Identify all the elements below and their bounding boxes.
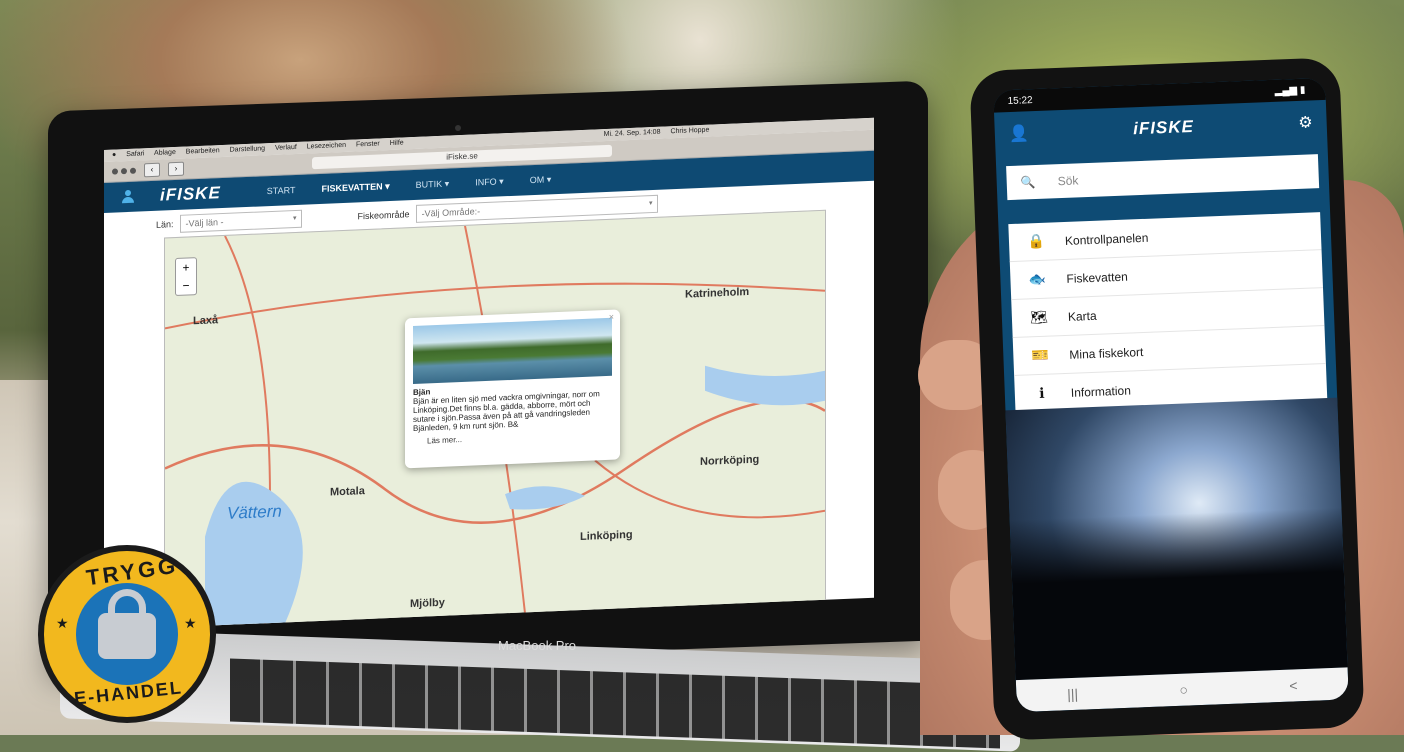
phone-menu: 🔒 Kontrollpanelen 🐟 Fiskevatten 🗺 Karta 🎫 Mi… [1008, 212, 1328, 414]
menu-item-label: Mina fiskekort [1069, 344, 1144, 362]
menu-hilfe[interactable]: Hilfe [390, 139, 404, 147]
map-popup: × Bjän Bjän är en liten sjö med vackra o… [405, 309, 620, 469]
place-label: Linköping [580, 528, 633, 544]
camera-icon [455, 125, 461, 131]
menu-item-label: Information [1070, 383, 1132, 400]
nav-info[interactable]: INFO ▾ [475, 176, 504, 188]
gear-icon[interactable]: ⚙ [1298, 112, 1313, 133]
signal-icon: ▂▄▆ ▮ [1274, 84, 1306, 97]
ticket-icon: 🎫 [1031, 346, 1050, 364]
nav-start[interactable]: START [267, 185, 296, 196]
zoom-out-button[interactable]: − [176, 276, 196, 295]
menu-lesezeichen[interactable]: Lesezeichen [307, 142, 346, 151]
place-label: Laxå [193, 314, 219, 328]
laptop-screen: ● Safari Ablage Bearbeiten Darstellung V… [104, 117, 874, 631]
map[interactable]: + − Laxå Katrineholm Motala Norrköping L… [164, 209, 826, 630]
menu-item-label: Kontrollpanelen [1064, 230, 1149, 248]
back-button[interactable]: ‹ [144, 162, 160, 178]
zoom-control[interactable]: + − [175, 257, 197, 297]
lock-icon: 🔒 [1026, 232, 1046, 250]
place-label: Motala [330, 485, 365, 499]
apple-icon[interactable]: ● [112, 151, 116, 158]
lake-photo [413, 317, 612, 385]
close-icon[interactable]: × [609, 312, 614, 322]
fish-icon: 🐟 [1028, 270, 1047, 288]
menu-item-label: Karta [1067, 308, 1097, 324]
window-controls[interactable] [112, 167, 136, 175]
menu-safari[interactable]: Safari [126, 150, 144, 158]
phone-time: 15:22 [1007, 94, 1033, 107]
menu-darstellung[interactable]: Darstellung [230, 145, 265, 153]
phone-screen: 15:22 ▂▄▆ ▮ 👤 iFISKE ⚙ 🔍 Sök 🔒 Kontrollpa… [993, 77, 1349, 713]
menu-bearbeiten[interactable]: Bearbeiten [186, 147, 220, 155]
place-label: Norrköping [700, 453, 760, 469]
star-icon: ★ [56, 615, 69, 631]
area-label: Fiskeområde [357, 209, 410, 222]
popup-text: Bjän är en liten sjö med vackra omgivnin… [413, 389, 600, 434]
search-placeholder: Sök [1057, 173, 1079, 189]
nav-butik[interactable]: BUTIK ▾ [416, 178, 450, 190]
user-icon[interactable]: 👤 [1008, 123, 1030, 144]
lake-label: Vättern [227, 501, 282, 523]
menu-fenster[interactable]: Fenster [356, 140, 380, 148]
site-logo[interactable]: iFISKE [160, 183, 221, 206]
zoom-in-button[interactable]: + [176, 258, 196, 277]
info-icon: ℹ [1038, 384, 1045, 402]
menubar-user[interactable]: Chris Hoppe [670, 127, 709, 136]
nav-om[interactable]: OM ▾ [530, 174, 552, 186]
menubar-clock: Mi. 24. Sep. 14:08 [603, 128, 661, 139]
nav-fiskevatten[interactable]: FISKEVATTEN ▾ [321, 181, 389, 195]
app-logo: iFISKE [1132, 116, 1195, 139]
recent-apps-button[interactable]: ||| [1067, 686, 1079, 702]
menu-item-label: Fiskevatten [1066, 269, 1129, 286]
menu-ablage[interactable]: Ablage [154, 149, 176, 157]
laptop-brand: MacBook Pro [498, 638, 577, 653]
search-input[interactable]: 🔍 Sök [1006, 154, 1320, 201]
place-label: Mjölby [410, 596, 445, 611]
map-icon: 🗺 [1029, 308, 1049, 326]
back-button[interactable]: < [1289, 677, 1298, 693]
star-icon: ★ [184, 615, 197, 631]
user-icon[interactable] [122, 190, 134, 205]
lan-label: Län: [156, 219, 174, 230]
menu-verlauf[interactable]: Verlauf [275, 144, 297, 152]
home-button[interactable]: ○ [1179, 682, 1188, 698]
search-icon: 🔍 [1020, 175, 1036, 190]
trygg-ehandel-badge: TRYGG E-HANDEL ★ ★ [38, 545, 216, 723]
fishermen-photo [1005, 397, 1348, 681]
forward-button[interactable]: › [168, 161, 184, 177]
lan-select[interactable]: -Välj län - [179, 209, 302, 233]
